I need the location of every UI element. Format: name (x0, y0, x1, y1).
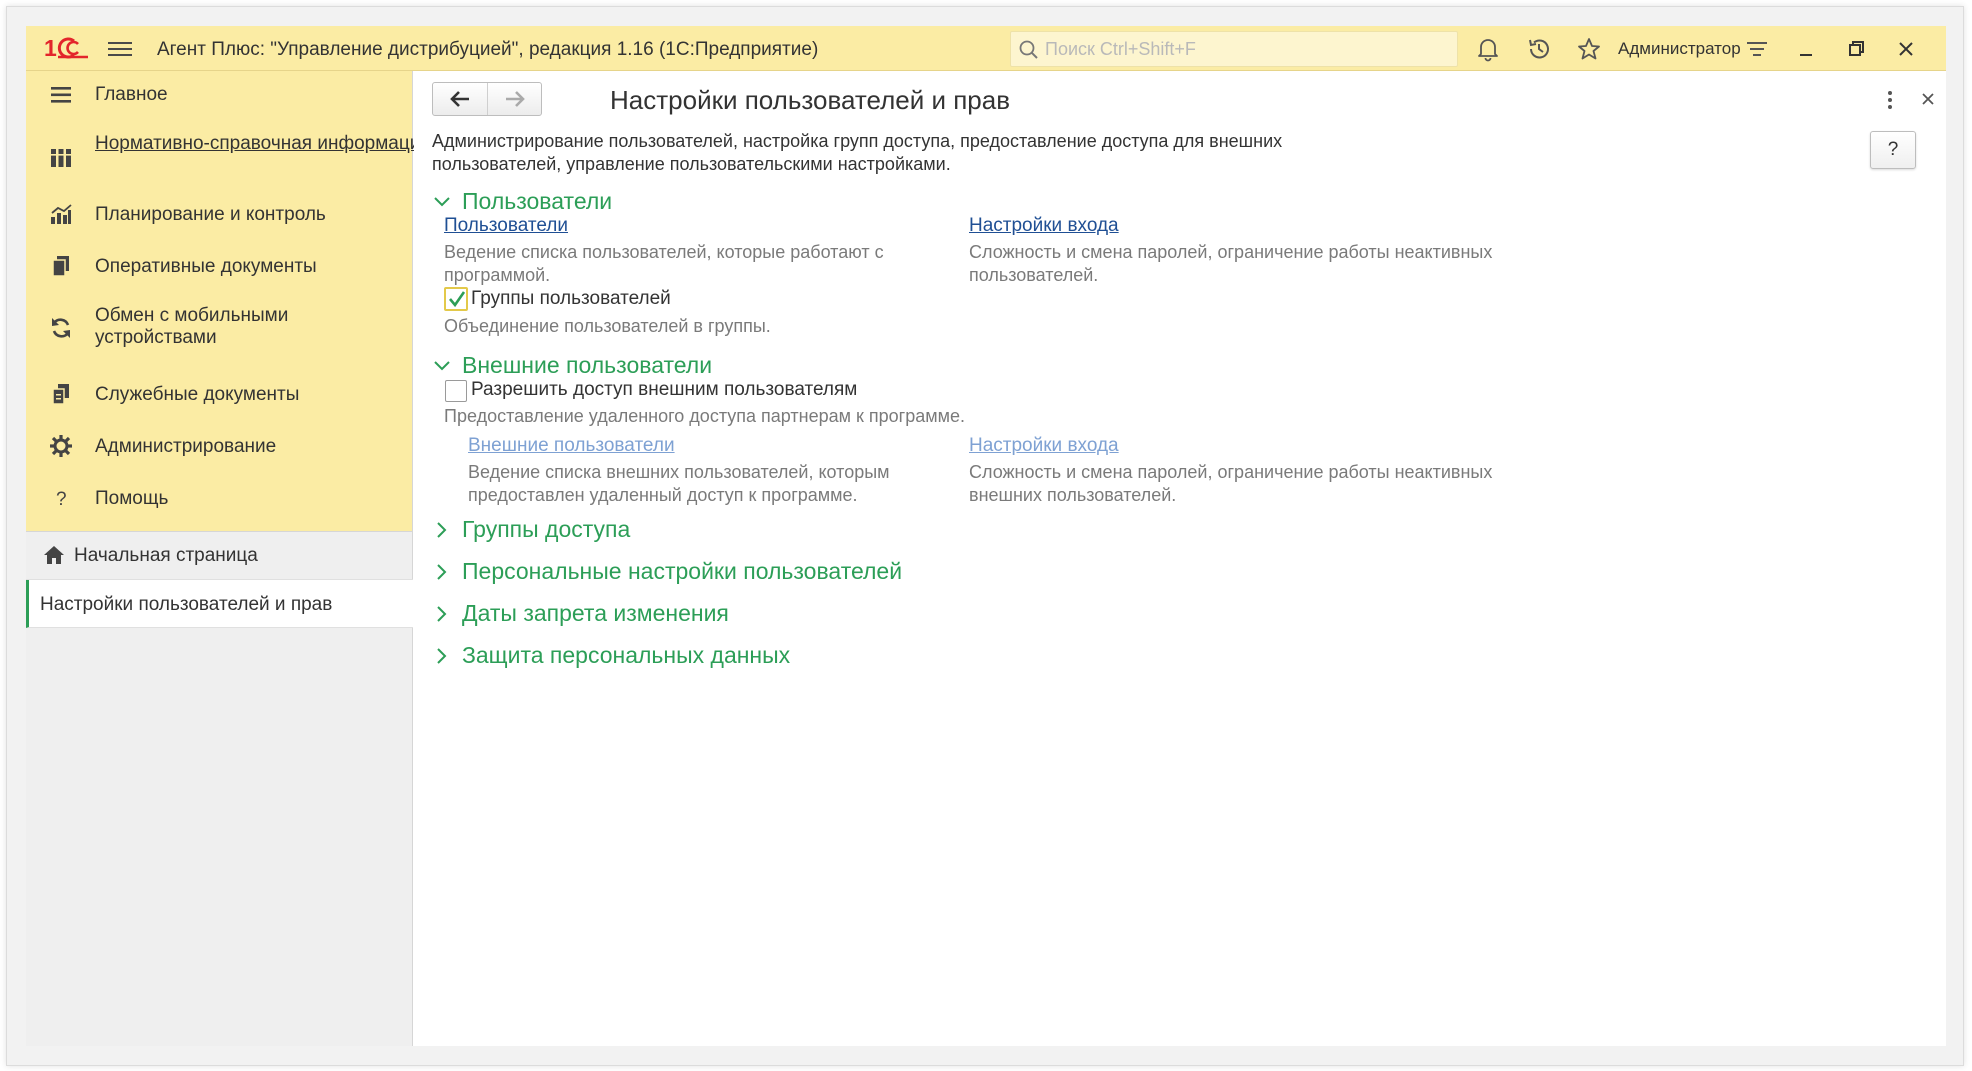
history-icon[interactable] (1526, 36, 1552, 62)
sidebar-item-main[interactable]: Главное (26, 79, 413, 121)
back-button[interactable] (433, 83, 487, 115)
allow-external-hint: Предоставление удаленного доступа партне… (444, 406, 965, 426)
sidebar-item-mobile-exchange[interactable]: Обмен с мобильными устройствами (26, 301, 413, 357)
user-name[interactable]: Администратор (1618, 39, 1741, 59)
global-search[interactable] (1010, 31, 1458, 67)
form-description: Администрирование пользователей, настрой… (432, 131, 1283, 174)
gear-icon (50, 435, 72, 457)
sidebar-item-administration[interactable]: Администрирование (26, 429, 413, 471)
group-personal-data-header[interactable]: Защита персональных данных (432, 642, 790, 669)
search-input[interactable] (1045, 36, 1445, 62)
app-title: Агент Плюс: "Управление дистрибуцией", р… (157, 39, 819, 60)
users-link[interactable]: Пользователи (444, 215, 568, 237)
navigation-buttons (432, 82, 542, 116)
sidebar-item-label: Помощь (95, 488, 169, 509)
more-actions-icon[interactable] (1880, 87, 1900, 113)
arrow-right-icon (506, 91, 525, 107)
svg-text:1: 1 (44, 35, 57, 61)
main-menu-button[interactable] (108, 38, 132, 60)
star-icon[interactable] (1576, 36, 1602, 62)
sidebar-item-label: Планирование и контроль (95, 204, 326, 225)
close-icon[interactable] (1893, 36, 1919, 62)
sidebar-item-label: Нормативно-справочная информация (95, 133, 431, 154)
chevron-right-icon (437, 563, 447, 580)
group-access-groups-header[interactable]: Группы доступа (432, 516, 630, 543)
open-window-label: Настройки пользователей и прав (40, 594, 333, 615)
sidebar: Главное Нормативно-справочная информация… (26, 71, 431, 1046)
section-panel: Главное Нормативно-справочная информация… (26, 71, 431, 531)
search-icon (1019, 40, 1038, 59)
menu-list-icon (51, 87, 71, 103)
home-page-label: Начальная страница (74, 545, 258, 566)
open-window-tab[interactable]: Настройки пользователей и прав (26, 580, 413, 628)
arrow-left-icon (450, 91, 469, 107)
chevron-down-icon (434, 360, 450, 370)
restore-icon[interactable] (1843, 36, 1869, 62)
service-docs-icon (52, 384, 69, 405)
1c-logo: 1 (44, 35, 88, 61)
sync-icon (52, 318, 70, 338)
external-login-settings-link[interactable]: Настройки входа (969, 435, 1119, 457)
allow-external-checkbox[interactable] (445, 380, 467, 402)
external-users-link[interactable]: Внешние пользователи (468, 435, 675, 457)
sidebar-item-label: Служебные документы (95, 384, 300, 405)
forward-button[interactable] (487, 83, 541, 115)
sidebar-item-label: Администрирование (95, 436, 277, 457)
group-users-header[interactable]: Пользователи (432, 188, 612, 215)
user-groups-checkbox[interactable] (444, 287, 468, 311)
chevron-right-icon (437, 647, 447, 664)
documents-icon (52, 256, 69, 277)
close-form-icon[interactable] (1918, 89, 1938, 109)
title-bar: 1 Агент Плюс: "Управление дистрибуцией",… (26, 26, 1946, 71)
group-title: Персональные настройки пользователей (462, 558, 903, 584)
catalog-icon (51, 149, 71, 167)
form-title: Настройки пользователей и прав (610, 85, 1011, 115)
allow-external-label: Разрешить доступ внешним пользователям (471, 379, 858, 400)
group-users-title: Пользователи (462, 188, 613, 214)
home-icon (44, 546, 64, 564)
sidebar-item-label: Главное (95, 84, 168, 105)
user-groups-hint: Объединение пользователей в группы. (444, 316, 771, 336)
app-window: 1 Агент Плюс: "Управление дистрибуцией",… (26, 26, 1946, 1046)
sidebar-item-planning[interactable]: Планирование и контроль (26, 197, 413, 239)
group-personal-settings-header[interactable]: Персональные настройки пользователей (432, 558, 902, 585)
chevron-down-icon (434, 196, 450, 206)
form-area: Настройки пользователей и прав ? Админис… (414, 71, 1946, 1046)
external-login-settings-hint: Сложность и смена паролей, ограничение р… (969, 462, 1493, 505)
chevron-right-icon (437, 521, 447, 538)
sidebar-item-label: Обмен с мобильными устройствами (95, 305, 289, 348)
sidebar-item-operative-docs[interactable]: Оперативные документы (26, 249, 413, 291)
bell-icon[interactable] (1475, 36, 1501, 62)
users-hint: Ведение списка пользователей, которые ра… (444, 242, 884, 285)
svg-text:?: ? (56, 489, 67, 510)
external-users-hint: Ведение списка внешних пользователей, ко… (468, 462, 890, 505)
home-page-item[interactable]: Начальная страница (26, 532, 413, 580)
sidebar-item-help[interactable]: ? Помощь (26, 481, 413, 523)
user-groups-label: Группы пользователей (471, 288, 671, 309)
group-title: Защита персональных данных (462, 642, 791, 668)
checkmark-icon (449, 291, 466, 308)
chevron-right-icon (437, 605, 447, 622)
sidebar-item-service-docs[interactable]: Служебные документы (26, 377, 413, 419)
group-title: Группы доступа (462, 516, 631, 542)
open-windows-list: Начальная страница Настройки пользовател… (26, 531, 413, 628)
help-button[interactable]: ? (1870, 131, 1916, 169)
sidebar-item-reference[interactable]: Нормативно-справочная информация (26, 131, 431, 187)
group-external-header[interactable]: Внешние пользователи (432, 352, 712, 379)
login-settings-link[interactable]: Настройки входа (969, 215, 1119, 237)
question-icon: ? (56, 489, 67, 510)
group-lock-dates-header[interactable]: Даты запрета изменения (432, 600, 729, 627)
group-external-title: Внешние пользователи (462, 352, 713, 378)
login-settings-hint: Сложность и смена паролей, ограничение р… (969, 242, 1493, 285)
settings-menu-icon[interactable] (1744, 36, 1770, 62)
minimize-icon[interactable] (1793, 36, 1819, 62)
group-title: Даты запрета изменения (462, 600, 729, 626)
chart-icon (51, 204, 72, 224)
sidebar-item-label: Оперативные документы (95, 256, 317, 277)
